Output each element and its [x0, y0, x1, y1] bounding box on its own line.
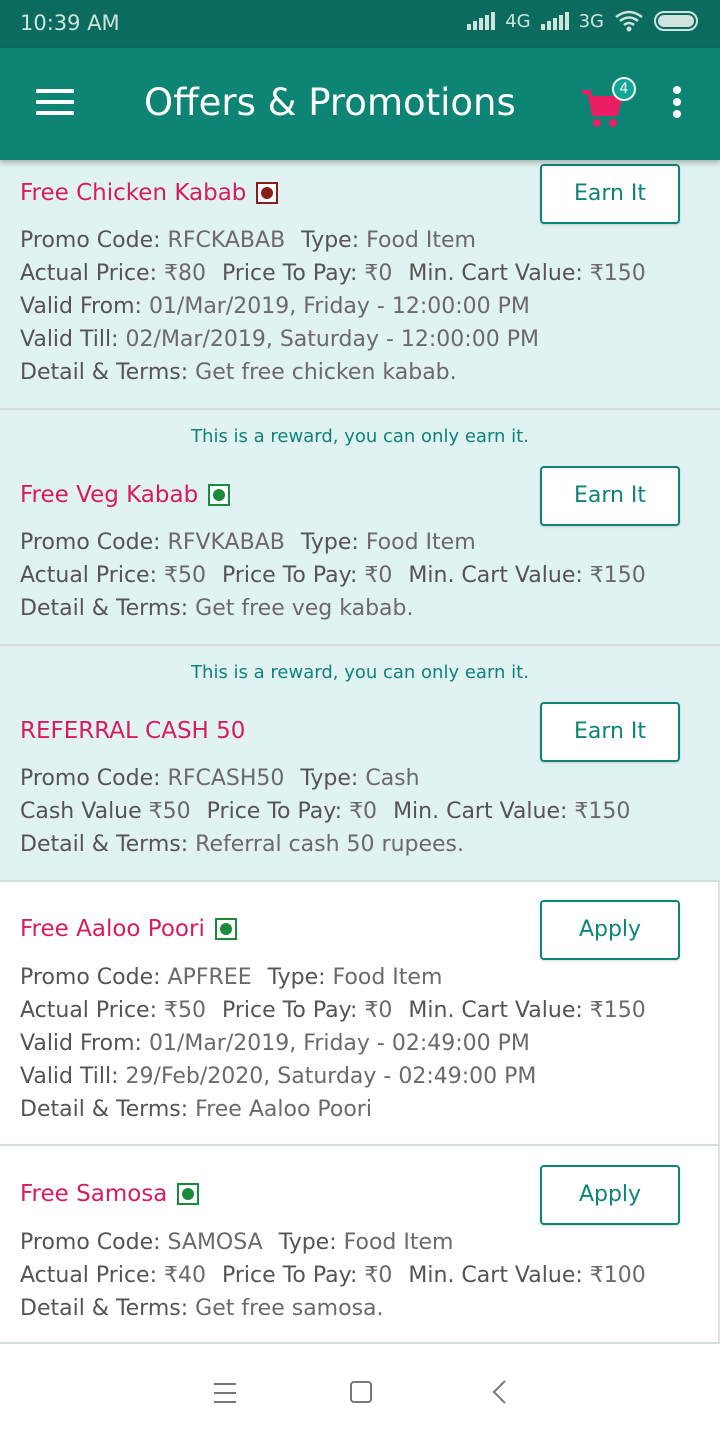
signal-icon	[467, 12, 496, 30]
offer-prices: Actual Price: ₹40 Price To Pay: ₹0 Min. Ca…	[20, 1263, 646, 1288]
reward-note: This is a reward, you can only earn it.	[191, 426, 529, 447]
offer-prices: Actual Price: ₹50 Price To Pay: ₹0 Min. Ca…	[20, 998, 646, 1023]
apply-button[interactable]: Apply	[540, 1165, 680, 1225]
wifi-icon	[615, 10, 643, 32]
offer-detail: Detail & Terms: Get free veg kabab.	[20, 596, 414, 621]
signal-icon-2	[540, 12, 569, 30]
status-icons: 4G 3G	[467, 10, 698, 32]
earn-it-button[interactable]: Earn It	[540, 702, 680, 762]
offer-card-veg-kabab: This is a reward, you can only earn it. …	[0, 410, 720, 646]
offer-name: Free Samosa	[20, 1181, 200, 1207]
more-options-icon[interactable]	[670, 86, 684, 122]
offer-valid-till: Valid Till: 29/Feb/2020, Saturday - 02:4…	[20, 1064, 537, 1089]
offer-name: REFERRAL CASH 50	[20, 718, 246, 744]
offer-code-type: Promo Code: RFCASH50 Type: Cash	[20, 766, 420, 791]
offer-code-type: Promo Code: SAMOSA Type: Food Item	[20, 1230, 454, 1255]
offer-detail: Detail & Terms: Referral cash 50 rupees.	[20, 832, 465, 857]
page-title: Offers & Promotions	[144, 81, 516, 124]
offer-card-referral-cash: This is a reward, you can only earn it. …	[0, 646, 720, 882]
offer-name: Free Veg Kabab	[20, 482, 231, 508]
offer-card-chicken-kabab: Free Chicken Kabab Earn It Promo Code: R…	[0, 160, 720, 410]
offer-name: Free Chicken Kabab	[20, 180, 279, 206]
cart-count-badge: 4	[612, 77, 636, 101]
home-icon[interactable]	[350, 1381, 372, 1403]
offer-code-type: Promo Code: RFCKABAB Type: Food Item	[20, 228, 476, 253]
non-veg-icon	[256, 182, 279, 204]
network-type-2: 3G	[578, 10, 604, 32]
earn-it-button[interactable]: Earn It	[540, 164, 680, 224]
menu-icon[interactable]	[36, 89, 76, 117]
network-type-1: 4G	[505, 10, 531, 32]
veg-icon	[214, 918, 237, 940]
apply-button[interactable]: Apply	[540, 900, 680, 960]
offer-valid-from: Valid From: 01/Mar/2019, Friday - 12:00:…	[20, 294, 530, 319]
offer-detail: Detail & Terms: Get free samosa.	[20, 1296, 384, 1321]
offer-name: Free Aaloo Poori	[20, 916, 237, 942]
offer-valid-till: Valid Till: 02/Mar/2019, Saturday - 12:0…	[20, 327, 539, 352]
offer-prices: Actual Price: ₹80 Price To Pay: ₹0 Min. Ca…	[20, 261, 646, 286]
veg-icon	[177, 1183, 200, 1205]
earn-it-button[interactable]: Earn It	[540, 466, 680, 526]
offer-detail: Detail & Terms: Free Aaloo Poori	[20, 1097, 372, 1122]
offer-prices: Actual Price: ₹50 Price To Pay: ₹0 Min. Ca…	[20, 563, 646, 588]
offer-card-samosa: Free Samosa Apply Promo Code: SAMOSA Type…	[0, 1146, 720, 1344]
recent-apps-icon[interactable]	[214, 1383, 236, 1403]
offer-valid-from: Valid From: 01/Mar/2019, Friday - 02:49:…	[20, 1031, 530, 1056]
status-bar: 10:39 AM 4G 3G	[0, 0, 720, 48]
offer-prices: Cash Value ₹50 Price To Pay: ₹0 Min. Cart …	[20, 799, 631, 824]
battery-icon	[654, 11, 698, 31]
offer-detail: Detail & Terms: Get free chicken kabab.	[20, 360, 457, 385]
offer-code-type: Promo Code: RFVKABAB Type: Food Item	[20, 530, 476, 555]
back-icon[interactable]	[490, 1380, 510, 1404]
status-time: 10:39 AM	[20, 11, 120, 35]
offer-card-aaloo-poori: Free Aaloo Poori Apply Promo Code: APFRE…	[0, 882, 720, 1146]
veg-icon	[208, 484, 231, 506]
offer-code-type: Promo Code: APFREE Type: Food Item	[20, 965, 443, 990]
reward-note: This is a reward, you can only earn it.	[191, 662, 529, 683]
